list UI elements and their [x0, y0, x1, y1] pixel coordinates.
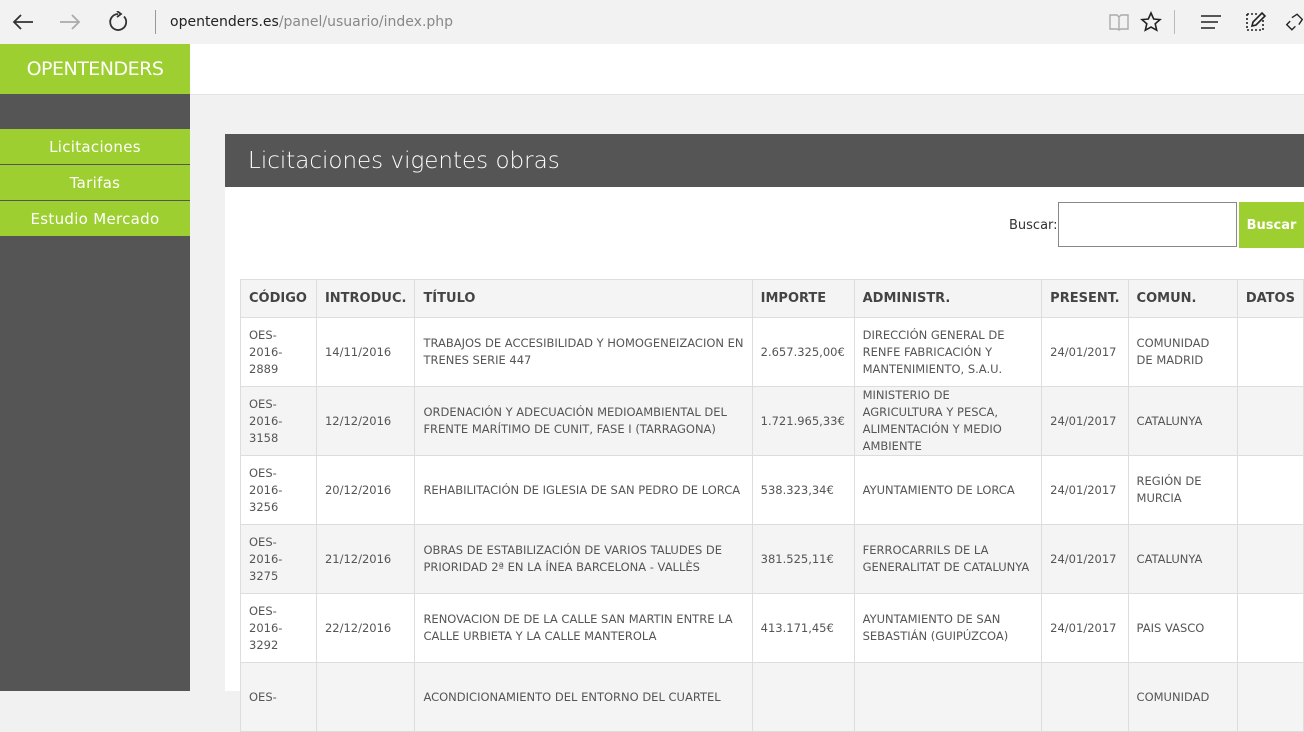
table-row[interactable]: OES- 2016- 3256 20/12/2016 REHABILITACIÓN … — [240, 455, 1304, 525]
cell-comun: PAIS VASCO — [1127, 593, 1238, 663]
cell-importe — [751, 662, 855, 732]
search-label: Buscar: — [1009, 218, 1058, 233]
sidebar: OPENTENDERS Licitaciones Tarifas Estudio… — [0, 44, 190, 691]
refresh-button[interactable] — [103, 8, 133, 36]
forward-arrow-icon — [60, 14, 81, 30]
cell-titulo: ORDENACIÓN Y ADECUACIÓN MEDIOAMBIENTAL D… — [414, 386, 753, 456]
favorite-button[interactable] — [1138, 9, 1164, 35]
cell-importe: 381.525,11€ — [751, 524, 855, 594]
cell-comun: COMUNIDAD DE MADRID — [1127, 317, 1238, 387]
toolbar-separator — [1174, 10, 1175, 34]
share-button[interactable] — [1285, 9, 1304, 35]
table-row[interactable]: OES- 2016- 3292 22/12/2016 RENOVACION DE D… — [240, 593, 1304, 663]
cell-administr: DIRECCIÓN GENERAL DE RENFE FABRICACIÓN Y… — [853, 317, 1043, 387]
sidebar-menu: Licitaciones Tarifas Estudio Mercado — [0, 129, 190, 237]
reading-view-button[interactable] — [1106, 9, 1132, 35]
back-button[interactable] — [8, 8, 38, 36]
column-header-codigo[interactable]: CÓDIGO — [240, 279, 317, 318]
url-domain: opentenders.es — [170, 14, 279, 30]
cell-importe: 413.171,45€ — [751, 593, 855, 663]
column-header-comun[interactable]: COMUN. — [1127, 279, 1238, 318]
column-header-administr[interactable]: ADMINISTR. — [853, 279, 1043, 318]
column-header-introduc[interactable]: INTRODUC. — [315, 279, 416, 318]
search-button[interactable]: Buscar — [1239, 202, 1304, 248]
cell-present: 24/01/2017 — [1041, 524, 1129, 594]
address-bar[interactable]: opentenders.es/panel/usuario/index.php — [170, 14, 453, 30]
cell-datos — [1236, 524, 1304, 594]
book-icon — [1109, 14, 1129, 31]
column-header-importe[interactable]: IMPORTE — [751, 279, 855, 318]
cell-present: 24/01/2017 — [1041, 386, 1129, 456]
cell-titulo: OBRAS DE ESTABILIZACIÓN DE VARIOS TALUDE… — [414, 524, 753, 594]
cell-titulo: RENOVACION DE DE LA CALLE SAN MARTIN ENT… — [414, 593, 753, 663]
refresh-icon — [109, 11, 128, 31]
hub-button[interactable] — [1198, 9, 1224, 35]
cell-datos — [1236, 455, 1304, 525]
panel-title: Licitaciones vigentes obras — [225, 134, 1304, 187]
column-header-present[interactable]: PRESENT. — [1041, 279, 1129, 318]
cell-titulo: TRABAJOS DE ACCESIBILIDAD Y HOMOGENEIZAC… — [414, 317, 753, 387]
sidebar-item-estudio-mercado[interactable]: Estudio Mercado — [0, 201, 190, 236]
cell-datos — [1236, 386, 1304, 456]
cell-datos — [1236, 662, 1304, 732]
pen-note-icon — [1246, 11, 1266, 31]
cell-administr: MINISTERIO DE AGRICULTURA Y PESCA, ALIME… — [853, 386, 1043, 456]
url-path: /panel/usuario/index.php — [278, 14, 454, 30]
star-icon — [1140, 11, 1162, 32]
cell-administr — [853, 662, 1043, 732]
cell-comun: CATALUNYA — [1127, 386, 1238, 456]
cell-administr: AYUNTAMIENTO DE LORCA — [853, 455, 1043, 525]
table-row[interactable]: OES- 2016- 3158 12/12/2016 ORDENACIÓN Y AD… — [240, 386, 1304, 456]
table-row[interactable]: OES- 2016- 3275 21/12/2016 OBRAS DE ESTABI… — [240, 524, 1304, 594]
main-panel: Licitaciones vigentes obras Buscar: Busc… — [225, 134, 1304, 732]
column-header-datos[interactable]: DATOS — [1236, 279, 1304, 318]
cell-present — [1041, 662, 1129, 732]
cell-importe: 538.323,34€ — [751, 455, 855, 525]
browser-toolbar: opentenders.es/panel/usuario/index.php — [0, 0, 1304, 44]
web-note-button[interactable] — [1242, 9, 1268, 35]
cell-introduc — [315, 662, 416, 732]
table-body: OES- 2016- 2889 14/11/2016 TRABAJOS DE ACC… — [240, 317, 1304, 732]
cell-introduc: 22/12/2016 — [315, 593, 416, 663]
back-arrow-icon — [12, 14, 33, 30]
search-input[interactable] — [1058, 202, 1237, 247]
cell-present: 24/01/2017 — [1041, 455, 1129, 525]
table-row[interactable]: OES- ACONDICIONAMIENTO DEL ENTORNO DEL CU… — [240, 662, 1304, 732]
address-separator — [155, 10, 156, 34]
share-icon — [1285, 13, 1304, 31]
cell-present: 24/01/2017 — [1041, 593, 1129, 663]
tenders-table: CÓDIGO INTRODUC. TÍTULO IMPORTE ADMINIST… — [240, 279, 1304, 732]
table-header-row: CÓDIGO INTRODUC. TÍTULO IMPORTE ADMINIST… — [240, 279, 1304, 318]
forward-button[interactable] — [55, 8, 85, 36]
cell-codigo: OES- 2016- 3292 — [240, 593, 317, 663]
cell-comun: CATALUNYA — [1127, 524, 1238, 594]
cell-codigo: OES- 2016- 3256 — [240, 455, 317, 525]
cell-codigo: OES- 2016- 3158 — [240, 386, 317, 456]
column-header-titulo[interactable]: TÍTULO — [414, 279, 753, 318]
cell-codigo: OES- 2016- 3275 — [240, 524, 317, 594]
cell-introduc: 21/12/2016 — [315, 524, 416, 594]
cell-comun: COMUNIDAD — [1127, 662, 1238, 732]
table-row[interactable]: OES- 2016- 2889 14/11/2016 TRABAJOS DE ACC… — [240, 317, 1304, 387]
cell-administr: AYUNTAMIENTO DE SAN SEBASTIÁN (GUIPÚZCOA… — [853, 593, 1043, 663]
cell-comun: REGIÓN DE MURCIA — [1127, 455, 1238, 525]
cell-titulo: ACONDICIONAMIENTO DEL ENTORNO DEL CUARTE… — [414, 662, 753, 732]
cell-datos — [1236, 593, 1304, 663]
logo[interactable]: OPENTENDERS — [0, 44, 190, 94]
cell-present: 24/01/2017 — [1041, 317, 1129, 387]
cell-administr: FERROCARRILS DE LA GENERALITAT DE CATALU… — [853, 524, 1043, 594]
cell-importe: 2.657.325,00€ — [751, 317, 855, 387]
hub-lines-icon — [1201, 15, 1221, 29]
sidebar-item-tarifas[interactable]: Tarifas — [0, 165, 190, 200]
sidebar-item-licitaciones[interactable]: Licitaciones — [0, 129, 190, 164]
top-bar — [190, 44, 1304, 95]
cell-introduc: 14/11/2016 — [315, 317, 416, 387]
cell-introduc: 12/12/2016 — [315, 386, 416, 456]
cell-introduc: 20/12/2016 — [315, 455, 416, 525]
cell-datos — [1236, 317, 1304, 387]
cell-codigo: OES- 2016- 2889 — [240, 317, 317, 387]
cell-importe: 1.721.965,33€ — [751, 386, 855, 456]
cell-codigo: OES- — [240, 662, 317, 732]
cell-titulo: REHABILITACIÓN DE IGLESIA DE SAN PEDRO D… — [414, 455, 753, 525]
